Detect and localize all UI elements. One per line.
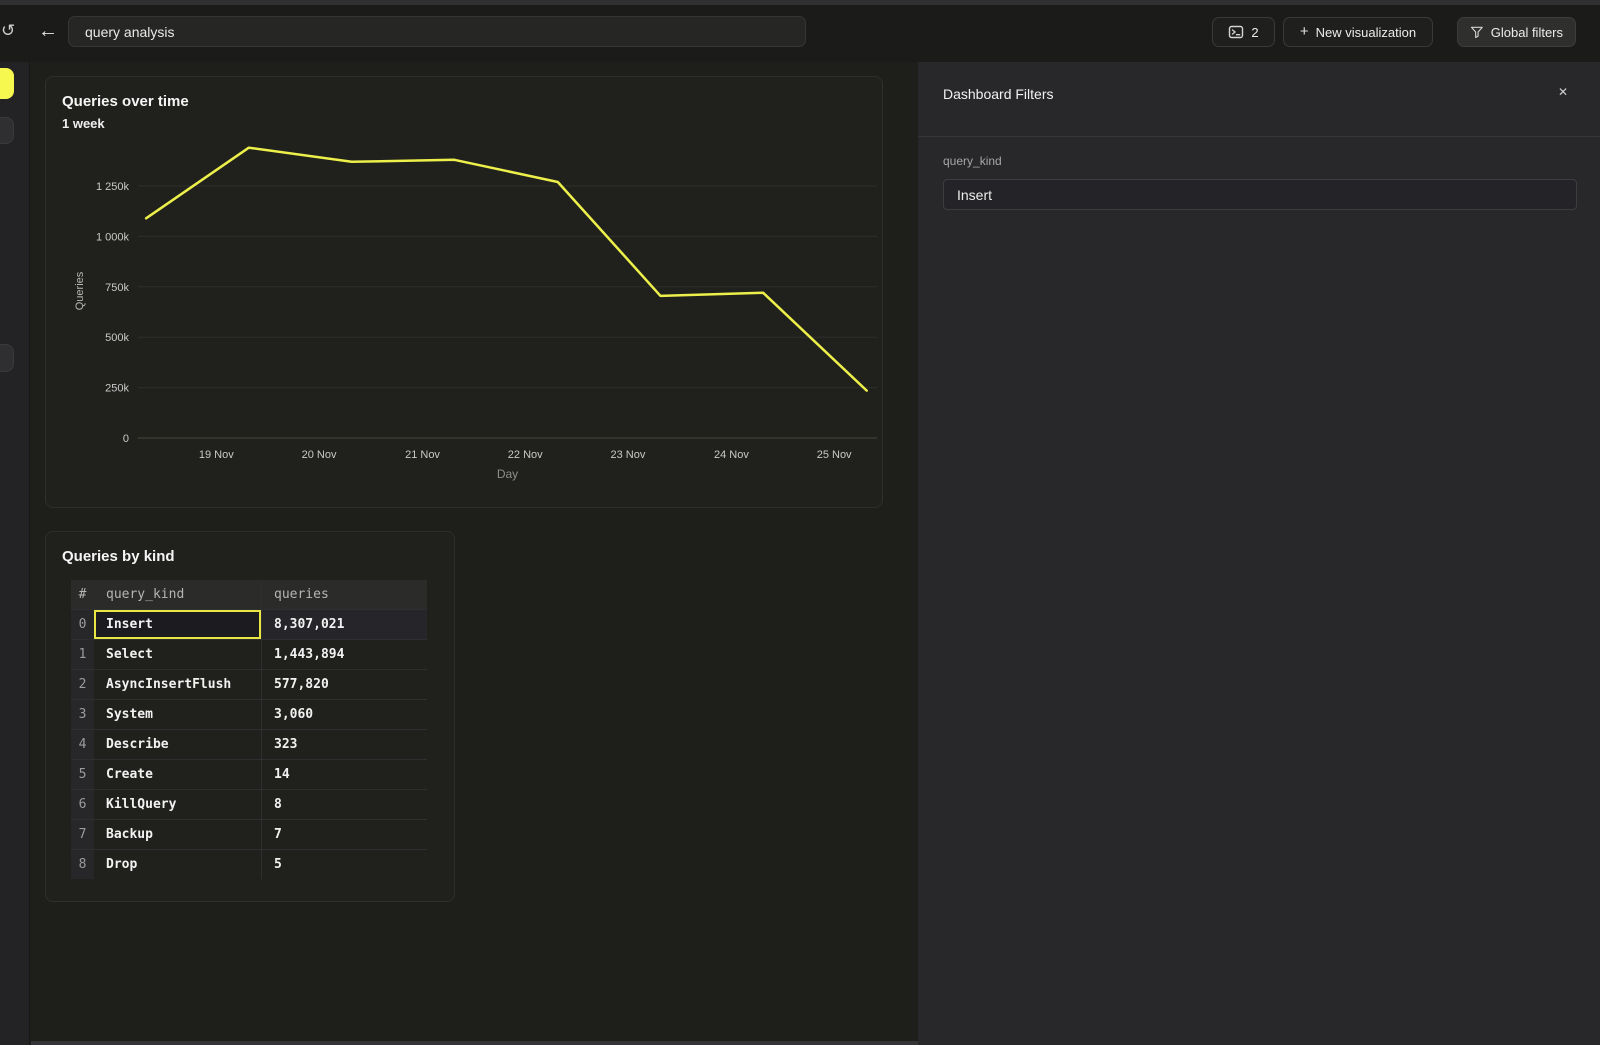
rail-item-active-yellow[interactable] — [0, 68, 14, 99]
dashboard-title-input[interactable] — [68, 16, 806, 47]
table-row: 5Create14 — [71, 759, 427, 789]
column-header: # — [71, 580, 94, 609]
table-title: Queries by kind — [62, 548, 175, 565]
filter-field-label: query_kind — [943, 154, 1002, 168]
panel-title: Dashboard Filters — [943, 86, 1054, 102]
query-kind-cell[interactable]: Backup — [94, 819, 261, 849]
table-row: 2AsyncInsertFlush577,820 — [71, 669, 427, 699]
left-rail — [0, 62, 30, 1045]
x-axis-label: Day — [497, 467, 518, 481]
window-top-strip — [0, 0, 1600, 5]
rail-item-2[interactable] — [0, 344, 14, 372]
topbar: ↺ ← 2 + New visualization Global filters — [0, 0, 1600, 62]
table-row: 6KillQuery8 — [71, 789, 427, 819]
table-row: 0Insert8,307,021 — [71, 609, 427, 639]
rail-item-1[interactable] — [0, 117, 14, 144]
column-header: query_kind — [94, 580, 261, 609]
table-row: 1Select1,443,894 — [71, 639, 427, 669]
queries-count-cell: 5 — [261, 849, 427, 879]
global-filters-button[interactable]: Global filters — [1457, 17, 1576, 47]
queries-count-cell: 577,820 — [261, 669, 427, 699]
panel-divider — [918, 136, 1600, 137]
y-tick-label: 500k — [105, 332, 129, 344]
plus-icon: + — [1300, 23, 1309, 40]
table-card-queries-by-kind: Queries by kind #query_kindqueries0Inser… — [45, 531, 455, 902]
row-index: 6 — [71, 789, 94, 819]
table-header-row: #query_kindqueries — [71, 580, 427, 609]
x-tick-label: 20 Nov — [302, 449, 337, 461]
queries-count-cell: 7 — [261, 819, 427, 849]
x-tick-label: 21 Nov — [405, 449, 440, 461]
query-kind-cell[interactable]: Drop — [94, 849, 261, 879]
y-tick-label: 250k — [105, 383, 129, 395]
query-kind-cell[interactable]: KillQuery — [94, 789, 261, 819]
query-kind-cell[interactable]: AsyncInsertFlush — [94, 669, 261, 699]
table-row: 4Describe323 — [71, 729, 427, 759]
query-kind-cell[interactable]: Create — [94, 759, 261, 789]
row-index: 3 — [71, 699, 94, 729]
new-visualization-button[interactable]: + New visualization — [1283, 17, 1433, 47]
row-index: 2 — [71, 669, 94, 699]
terminal-icon — [1228, 24, 1244, 40]
back-button[interactable]: ← — [38, 18, 58, 44]
queries-by-kind-table: #query_kindqueries0Insert8,307,0211Selec… — [71, 580, 427, 879]
row-index: 5 — [71, 759, 94, 789]
table-row: 3System3,060 — [71, 699, 427, 729]
global-filters-label: Global filters — [1491, 25, 1563, 40]
table-row: 8Drop5 — [71, 849, 427, 879]
queries-count-cell: 8,307,021 — [261, 609, 427, 639]
row-index: 4 — [71, 729, 94, 759]
console-count-button[interactable]: 2 — [1212, 17, 1275, 47]
chart-card-queries-over-time: Queries over time 1 week 0250k500k750k1 … — [45, 76, 883, 508]
x-tick-label: 23 Nov — [611, 449, 646, 461]
row-index: 1 — [71, 639, 94, 669]
funnel-icon — [1470, 25, 1484, 40]
queries-count-cell: 3,060 — [261, 699, 427, 729]
queries-count-cell: 323 — [261, 729, 427, 759]
console-count: 2 — [1251, 25, 1258, 40]
x-tick-label: 25 Nov — [817, 449, 852, 461]
queries-count-cell: 8 — [261, 789, 427, 819]
x-tick-label: 19 Nov — [199, 449, 234, 461]
column-header: queries — [261, 580, 427, 609]
query-kind-cell[interactable]: System — [94, 699, 261, 729]
queries-over-time-line-chart: 0 250k 500k 750k 1 000k 1 250k 19 Nov 20 Nov 21 … — [46, 77, 882, 507]
new-visualization-label: New visualization — [1316, 25, 1416, 40]
queries-count-cell: 1,443,894 — [261, 639, 427, 669]
table-row: 7Backup7 — [71, 819, 427, 849]
dashboard-canvas: Queries over time 1 week 0250k500k750k1 … — [31, 62, 918, 1045]
query-kind-cell[interactable]: Insert — [94, 609, 261, 639]
horizontal-scrollbar[interactable] — [31, 1041, 918, 1045]
x-tick-label: 24 Nov — [714, 449, 749, 461]
refresh-icon[interactable]: ↺ — [1, 21, 15, 41]
query-kind-filter-input[interactable] — [943, 179, 1577, 210]
dashboard-filters-panel: Dashboard Filters ✕ query_kind — [918, 62, 1600, 1045]
y-tick-label: 1 000k — [96, 231, 130, 243]
y-axis-label: Queries — [74, 271, 86, 310]
row-index: 0 — [71, 609, 94, 639]
query-kind-cell[interactable]: Select — [94, 639, 261, 669]
queries-count-cell: 14 — [261, 759, 427, 789]
y-tick-label: 0 — [123, 433, 129, 445]
close-icon[interactable]: ✕ — [1558, 85, 1568, 99]
query-kind-cell[interactable]: Describe — [94, 729, 261, 759]
queries-series-line — [146, 148, 867, 391]
y-tick-label: 1 250k — [96, 181, 130, 193]
y-tick-label: 750k — [105, 282, 129, 294]
x-tick-label: 22 Nov — [508, 449, 543, 461]
row-index: 8 — [71, 849, 94, 879]
row-index: 7 — [71, 819, 94, 849]
